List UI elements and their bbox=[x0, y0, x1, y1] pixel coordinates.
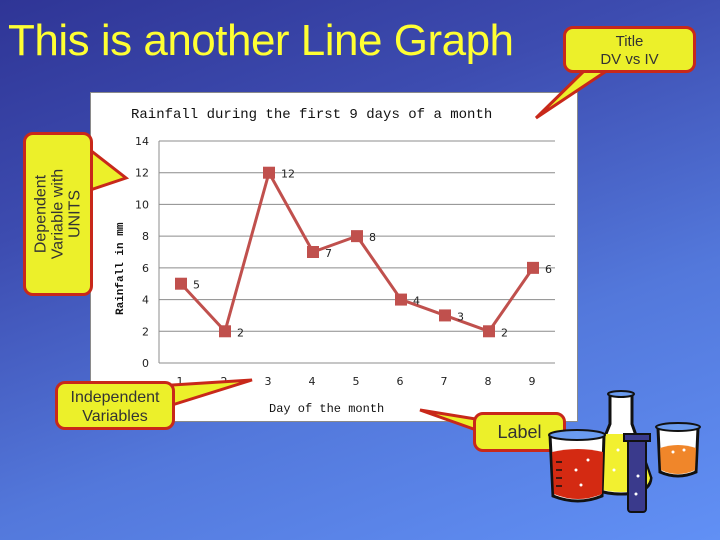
line-chart: Rainfall during the first 9 days of a mo… bbox=[115, 107, 555, 416]
test-tube-icon bbox=[623, 433, 651, 513]
y-tick-label: 10 bbox=[135, 198, 149, 211]
y-tick-label: 2 bbox=[142, 325, 149, 338]
data-label: 2 bbox=[501, 326, 508, 339]
y-tick-label: 4 bbox=[142, 294, 149, 307]
y-tick-label: 14 bbox=[135, 135, 149, 148]
data-label: 7 bbox=[325, 247, 332, 260]
data-label: 5 bbox=[193, 279, 200, 292]
data-point-marker bbox=[351, 230, 363, 243]
data-point-marker bbox=[527, 261, 539, 274]
x-tick-label: 2 bbox=[221, 375, 228, 388]
y-tick-label: 12 bbox=[135, 167, 149, 180]
x-tick-label: 7 bbox=[441, 375, 448, 388]
y-tick-label: 8 bbox=[142, 230, 149, 243]
title-callout-line-2: DV vs IV bbox=[600, 51, 659, 68]
x-tick-label: 5 bbox=[353, 375, 360, 388]
x-tick-label: 3 bbox=[265, 375, 272, 388]
chart-title: Rainfall during the first 9 days of a mo… bbox=[131, 107, 492, 123]
data-point-marker bbox=[263, 166, 275, 179]
data-label: 4 bbox=[413, 295, 420, 308]
title-callout-line-1: Title bbox=[615, 33, 644, 50]
data-label: 8 bbox=[369, 231, 376, 244]
x-tick-label: 4 bbox=[309, 375, 316, 388]
title-callout: Title DV vs IV bbox=[563, 26, 696, 73]
x-tick-label: 9 bbox=[529, 375, 536, 388]
data-point-marker bbox=[307, 246, 319, 258]
data-label: 6 bbox=[545, 263, 552, 276]
x-tick-label: 1 bbox=[177, 375, 184, 388]
iv-callout-line-2: Variables bbox=[82, 408, 148, 425]
x-axis-title: Day of the month bbox=[269, 402, 384, 416]
y-tick-label: 0 bbox=[142, 357, 149, 370]
dv-callout-line-2: Variable with bbox=[49, 168, 67, 260]
orange-beaker-icon bbox=[655, 422, 701, 478]
dependent-variable-callout: Dependent Variable with UNITS bbox=[23, 132, 93, 296]
dv-callout-line-3: UNITS bbox=[66, 190, 84, 238]
y-tick-label: 6 bbox=[142, 262, 149, 275]
red-beaker-icon bbox=[548, 429, 606, 503]
data-point-marker bbox=[439, 309, 451, 322]
independent-variables-callout: Independent Variables bbox=[55, 381, 175, 430]
lab-glassware-icon bbox=[548, 390, 701, 513]
x-tick-label: 8 bbox=[485, 375, 492, 388]
series-line-rainfall bbox=[179, 171, 535, 333]
iv-callout-line-1: Independent bbox=[70, 389, 160, 406]
y-axis-title: Rainfall in mm bbox=[115, 222, 127, 315]
data-point-marker bbox=[219, 325, 231, 338]
data-label: 3 bbox=[457, 310, 464, 323]
data-label: 12 bbox=[281, 168, 295, 181]
data-label: 2 bbox=[237, 326, 244, 339]
chart-frame: Rainfall during the first 9 days of a mo… bbox=[90, 92, 578, 422]
data-point-marker bbox=[483, 325, 495, 338]
data-point-marker bbox=[175, 277, 187, 290]
data-point-marker bbox=[395, 293, 407, 306]
dv-callout-line-1: Dependent bbox=[32, 174, 50, 254]
slide-title: This is another Line Graph bbox=[8, 16, 514, 65]
x-tick-label: 6 bbox=[397, 375, 404, 388]
